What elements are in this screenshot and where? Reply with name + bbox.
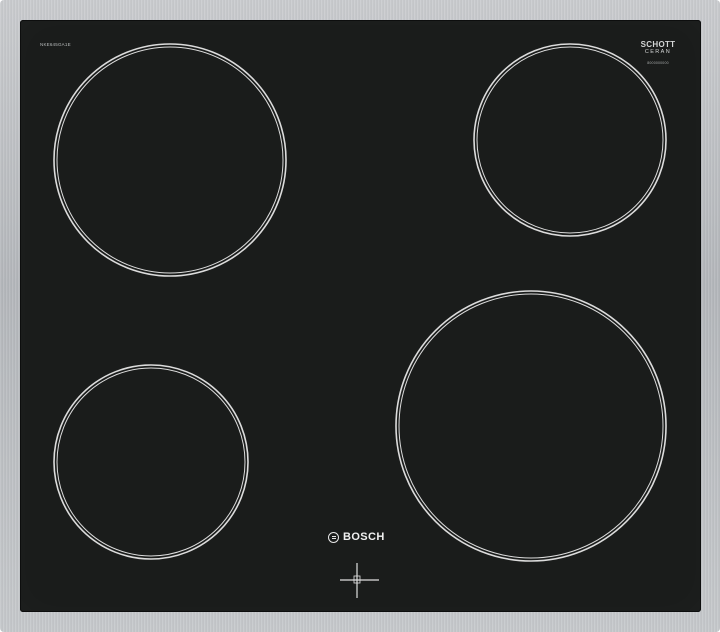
rear-right-zone — [473, 43, 667, 237]
glass-code-label: 8000000000 — [647, 60, 669, 65]
glass-brand-line2: CERAN — [644, 49, 672, 55]
brand-logo: BOSCH — [328, 530, 385, 544]
bosch-logo-icon — [328, 531, 339, 543]
glass-brand-line1: SCHOTT — [640, 40, 676, 49]
zone-position-icon — [340, 563, 379, 598]
rear-left-zone — [53, 43, 287, 277]
brand-name: BOSCH — [343, 531, 385, 543]
front-right-zone — [395, 290, 667, 562]
front-left-zone — [53, 364, 249, 560]
glass-brand-mark: SCHOTT CERAN 8000000000 — [636, 41, 680, 65]
model-code-label: NKE645GA1E — [40, 42, 71, 47]
